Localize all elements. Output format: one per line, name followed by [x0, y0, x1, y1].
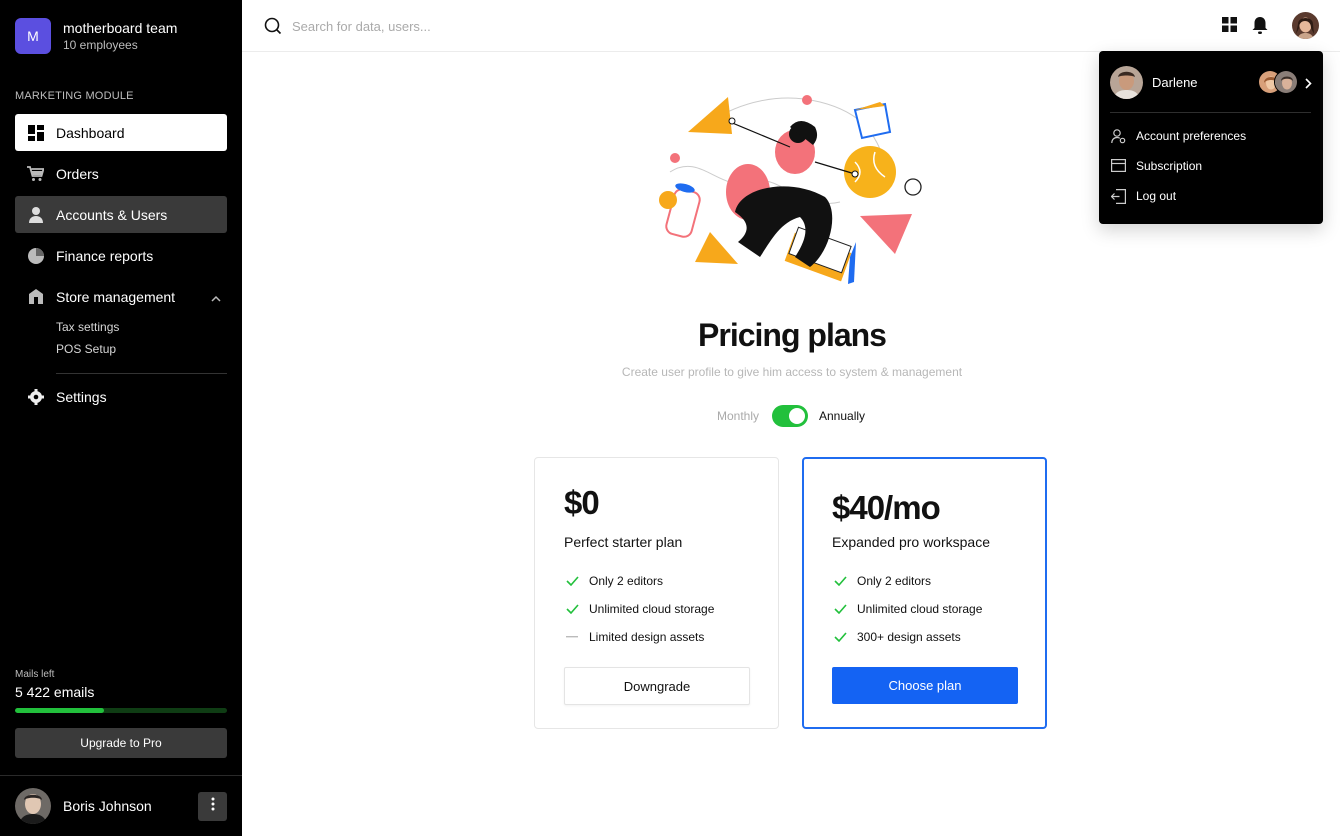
mails-progress-fill: [15, 708, 105, 713]
upgrade-to-pro-button[interactable]: Upgrade to Pro: [15, 728, 227, 758]
dash-icon: [565, 630, 579, 644]
plan-feature-text: Only 2 editors: [857, 574, 932, 588]
sidebar-item-label: Accounts & Users: [56, 206, 168, 223]
plan-feature-text: Unlimited cloud storage: [589, 602, 715, 616]
sidebar-item-store-management[interactable]: Store management: [15, 278, 227, 315]
plan-feature-text: Unlimited cloud storage: [857, 602, 983, 616]
toggle-knob: [789, 408, 805, 424]
plan-feature-text: Only 2 editors: [589, 574, 664, 588]
pie-chart-icon: [27, 247, 44, 264]
toggle-label-annually[interactable]: Annually: [819, 409, 865, 423]
mails-progress-bar: [15, 708, 227, 713]
current-user: Boris Johnson: [15, 788, 227, 824]
chevron-right-icon: [1305, 76, 1312, 94]
page-subtitle: Create user profile to give him access t…: [621, 365, 963, 379]
billing-period-toggle: Monthly Annually: [692, 405, 892, 427]
menu-item-label: Subscription: [1136, 159, 1203, 173]
toggle-label-monthly[interactable]: Monthly: [717, 409, 759, 423]
sidebar-divider: [56, 373, 227, 374]
sidebar-item-label: Finance reports: [56, 247, 154, 264]
check-icon: [833, 574, 847, 588]
search-icon: [264, 17, 282, 40]
more-vertical-icon: [211, 797, 215, 816]
profile-avatar[interactable]: [1292, 12, 1319, 39]
user-settings-icon: [1111, 128, 1126, 144]
sidebar-subitem-pos-setup[interactable]: POS Setup: [56, 342, 116, 356]
downgrade-button[interactable]: Downgrade: [564, 667, 750, 705]
mails-left-value: 5 422 emails: [15, 684, 95, 700]
menu-item-subscription[interactable]: Subscription: [1111, 156, 1202, 176]
menu-item-label: Account preferences: [1136, 129, 1247, 143]
search-input[interactable]: [292, 15, 692, 37]
sidebar-item-label: Orders: [56, 165, 99, 182]
sidebar-item-orders[interactable]: Orders: [15, 155, 227, 192]
team-name: motherboard team: [63, 20, 178, 36]
plan-feature: Unlimited cloud storage: [833, 602, 982, 616]
plan-price: $0: [564, 484, 600, 521]
section-label: MARKETING MODULE: [15, 90, 134, 102]
sidebar: M motherboard team 10 employees MARKETIN…: [0, 0, 242, 836]
check-icon: [833, 602, 847, 616]
plan-feature-text: 300+ design assets: [857, 630, 961, 644]
plan-feature: Limited design assets: [565, 630, 704, 644]
sidebar-item-settings[interactable]: Settings: [15, 378, 227, 415]
check-icon: [565, 602, 579, 616]
user-name: Boris Johnson: [63, 798, 152, 814]
plan-feature: Only 2 editors: [565, 574, 663, 588]
sidebar-item-dashboard[interactable]: Dashboard: [15, 114, 227, 151]
sidebar-item-label: Dashboard: [56, 124, 125, 141]
plan-feature-text: Limited design assets: [589, 630, 705, 644]
plan-feature: 300+ design assets: [833, 630, 961, 644]
dashboard-icon: [27, 124, 44, 141]
sidebar-item-finance-reports[interactable]: Finance reports: [15, 237, 227, 274]
apps-grid-icon[interactable]: [1222, 17, 1237, 37]
user-divider: [0, 775, 242, 776]
topbar: [242, 0, 1340, 52]
store-icon: [27, 288, 44, 305]
gear-icon: [27, 388, 44, 405]
menu-item-label: Log out: [1136, 189, 1177, 203]
choose-plan-button[interactable]: Choose plan: [832, 667, 1018, 704]
profile-dropdown: Darlene Account preferences Subscription…: [1099, 51, 1323, 224]
user-menu-button[interactable]: [198, 792, 227, 821]
dropdown-user-name: Darlene: [1152, 74, 1198, 90]
dropdown-divider: [1110, 112, 1311, 113]
avatar: [1274, 70, 1298, 94]
sidebar-item-label: Store management: [56, 288, 176, 305]
billing-toggle-switch[interactable]: [772, 405, 808, 427]
plan-description: Expanded pro workspace: [832, 534, 990, 550]
avatar[interactable]: [15, 788, 51, 824]
check-icon: [565, 574, 579, 588]
menu-item-log-out[interactable]: Log out: [1111, 186, 1176, 206]
team-switcher[interactable]: M motherboard team 10 employees: [15, 18, 177, 54]
card-icon: [1111, 158, 1126, 174]
dropdown-user-avatar: [1110, 65, 1143, 99]
other-accounts-avatars: [1258, 70, 1298, 94]
cart-icon: [27, 165, 44, 182]
check-icon: [833, 630, 847, 644]
logout-icon: [1111, 188, 1126, 204]
page-title: Pricing plans: [698, 317, 887, 353]
plan-description: Perfect starter plan: [564, 534, 683, 550]
bell-icon[interactable]: [1252, 17, 1268, 39]
menu-item-account-preferences[interactable]: Account preferences: [1111, 126, 1246, 146]
dropdown-user-switcher[interactable]: Darlene: [1110, 65, 1312, 99]
plan-feature: Only 2 editors: [833, 574, 931, 588]
pricing-illustration: [650, 92, 930, 292]
user-icon: [27, 206, 44, 223]
plan-card-pro: $40/mo Expanded pro workspace Only 2 edi…: [802, 457, 1047, 729]
sidebar-subitem-tax-settings[interactable]: Tax settings: [56, 320, 119, 334]
team-logo: M: [15, 18, 51, 54]
plan-price: $40/mo: [832, 489, 941, 526]
mails-left-label: Mails left: [15, 669, 55, 680]
chevron-up-icon[interactable]: [211, 290, 221, 306]
plan-card-starter: $0 Perfect starter plan Only 2 editors U…: [534, 457, 779, 729]
team-employee-count: 10 employees: [63, 38, 138, 52]
plan-feature: Unlimited cloud storage: [565, 602, 714, 616]
sidebar-item-accounts-users[interactable]: Accounts & Users: [15, 196, 227, 233]
sidebar-item-label: Settings: [56, 388, 107, 405]
